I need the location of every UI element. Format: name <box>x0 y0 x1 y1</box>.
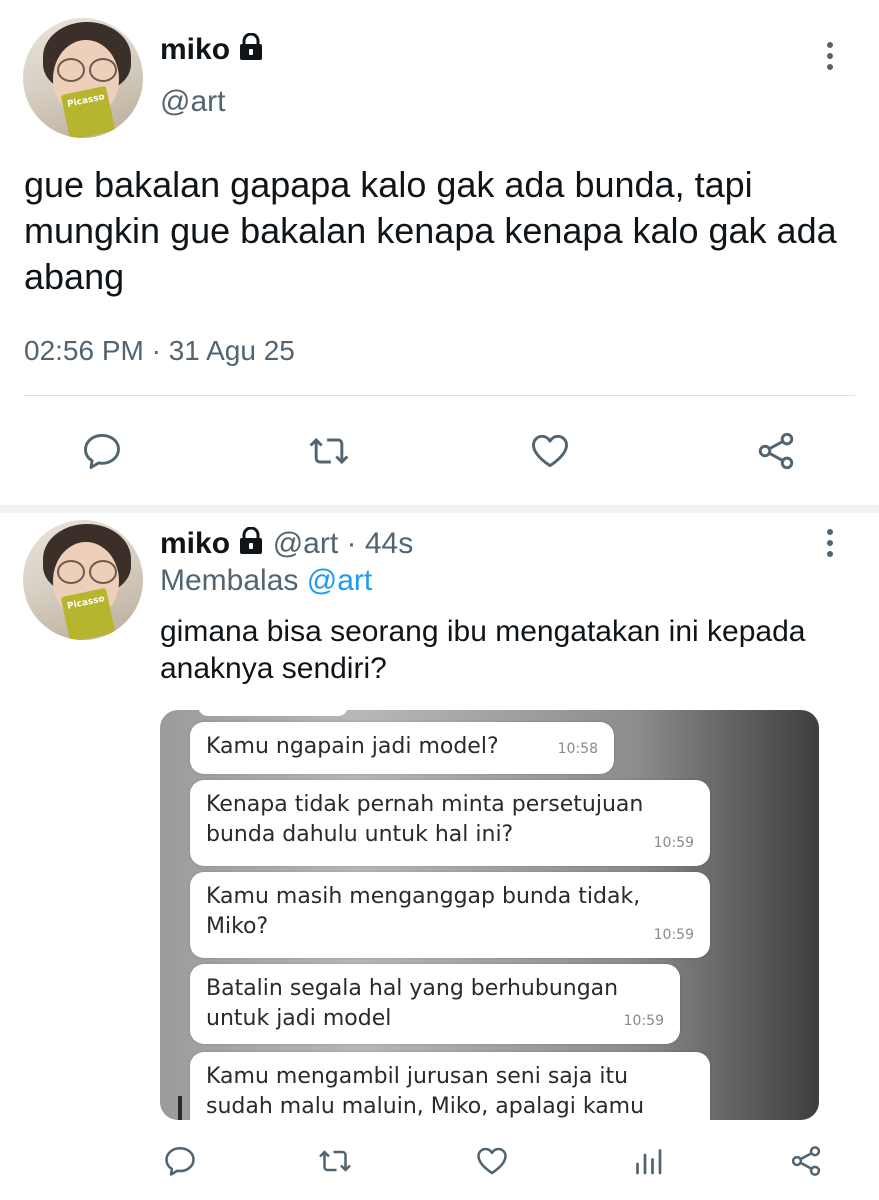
chat-message: Kamu masih menganggap bunda tidak, Miko?… <box>190 872 710 958</box>
reply-icon <box>165 1146 195 1176</box>
lock-icon <box>238 32 264 70</box>
replying-to-label: Membalas <box>160 564 299 597</box>
avatar[interactable]: Picasso <box>23 520 143 640</box>
retweet-icon <box>309 437 349 465</box>
tweet-text: gue bakalan gapapa kalo gak ada bunda, t… <box>24 164 837 297</box>
chat-message-text: Kamu masih menganggap bunda tidak, Miko? <box>206 884 641 939</box>
like-button[interactable] <box>472 1141 512 1181</box>
avatar[interactable]: Picasso <box>23 18 143 138</box>
author-name[interactable]: miko <box>160 32 264 70</box>
main-tweet: Picasso miko @art gue bakalan gapapa kal… <box>0 0 879 505</box>
retweet-button[interactable] <box>305 427 353 475</box>
replying-to-handle[interactable]: @art <box>307 564 372 597</box>
chat-message: Kamu ngapain jadi model? 10:58 <box>190 722 614 774</box>
analytics-button[interactable] <box>628 1141 668 1181</box>
chat-message-text: Kamu mengambil jurusan seni saja itu sud… <box>206 1064 645 1119</box>
chat-message: Kenapa tidak pernah minta persetujuan bu… <box>190 780 710 866</box>
reply-header: miko @art · 44s <box>160 526 413 564</box>
partial-bubble-top <box>198 710 348 716</box>
share-icon <box>758 432 794 470</box>
author-handle[interactable]: @art <box>273 527 338 560</box>
like-icon <box>477 1147 507 1175</box>
replying-to: Membalas @art <box>160 563 372 599</box>
chat-message: Kamu mengambil jurusan seni saja itu sud… <box>190 1052 710 1120</box>
chat-message-time: 10:59 <box>653 927 694 943</box>
author-handle[interactable]: @art <box>160 84 225 120</box>
retweet-button[interactable] <box>315 1141 355 1181</box>
chat-message: Batalin segala hal yang berhubungan untu… <box>190 964 680 1044</box>
reply-icon <box>84 433 120 469</box>
lock-icon <box>238 526 264 564</box>
more-options-icon[interactable] <box>825 529 835 562</box>
like-button[interactable] <box>526 427 574 475</box>
share-icon <box>791 1146 821 1176</box>
like-icon <box>532 434 568 468</box>
author-name-text: miko <box>160 33 231 66</box>
share-button[interactable] <box>786 1141 826 1181</box>
retweet-icon <box>319 1150 351 1172</box>
section-separator <box>0 505 879 513</box>
reply-tweet[interactable]: Picasso miko @art · 44s Membalas @art gi… <box>0 513 879 1200</box>
attached-image[interactable]: Kamu ngapain jadi model? 10:58 Kenapa ti… <box>160 710 819 1120</box>
chat-message-time: 10:58 <box>557 741 598 757</box>
chat-message-time: 10:59 <box>653 835 694 851</box>
share-button[interactable] <box>752 427 800 475</box>
divider <box>24 395 855 396</box>
time-ago: · 44s <box>346 527 414 560</box>
chat-message-text: Kamu ngapain jadi model? <box>206 734 499 759</box>
tweet-timestamp[interactable]: 02:56 PM · 31 Agu 25 <box>24 334 295 368</box>
analytics-icon <box>636 1149 662 1175</box>
chat-message-text: Kenapa tidak pernah minta persetujuan bu… <box>206 792 644 847</box>
author-name[interactable]: miko <box>160 527 230 560</box>
chat-message-text: Batalin segala hal yang berhubungan untu… <box>206 976 619 1031</box>
tweet-text: gimana bisa seorang ibu mengatakan ini k… <box>160 615 806 685</box>
reply-button[interactable] <box>78 427 126 475</box>
scroll-indicator <box>178 1096 182 1120</box>
chat-message-time: 10:59 <box>623 1013 664 1029</box>
more-options-icon[interactable] <box>825 42 835 75</box>
reply-button[interactable] <box>160 1141 200 1181</box>
